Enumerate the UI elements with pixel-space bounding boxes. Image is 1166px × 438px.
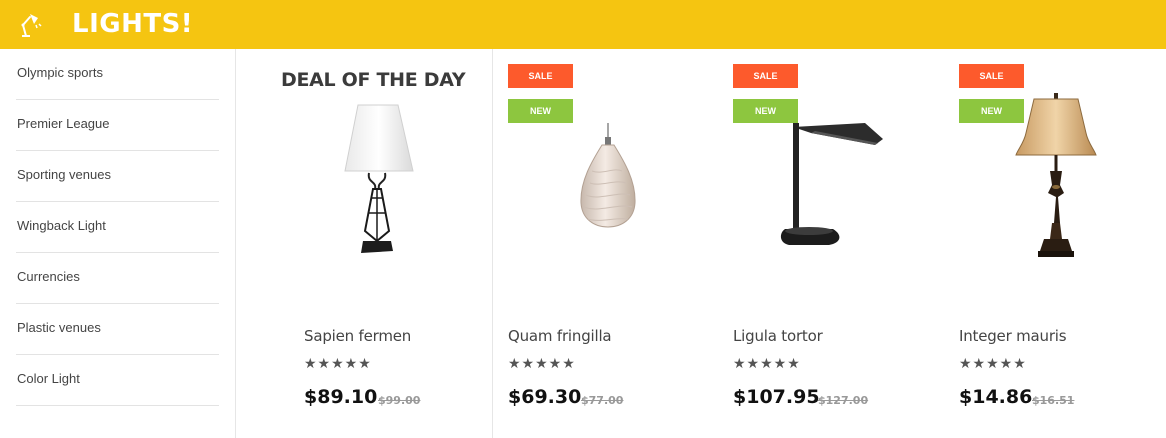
- sale-badge: SALE: [508, 64, 573, 88]
- product-image-desk-lamp[interactable]: [775, 119, 890, 247]
- deal-rating-stars: ★★★★★: [304, 355, 372, 371]
- new-badge: NEW: [508, 99, 573, 123]
- sidebar-item-olympic-sports[interactable]: Olympic sports: [16, 49, 219, 100]
- product-old-price: $16.51: [1032, 394, 1075, 407]
- product-card: SALE NEW Quam fringilla ★★★★★ $69.30 $77…: [508, 49, 733, 438]
- deal-old-price: $99.00: [378, 394, 421, 407]
- product-old-price: $127.00: [818, 394, 869, 407]
- deal-product-name[interactable]: Sapien fermen: [304, 327, 411, 345]
- product-name[interactable]: Ligula tortor: [733, 327, 823, 345]
- top-header-bar: LIGHTS!: [0, 0, 1166, 49]
- category-sidebar: Olympic sports Premier League Sporting v…: [0, 49, 236, 438]
- product-image-table-lamp[interactable]: [337, 103, 417, 259]
- category-list: Olympic sports Premier League Sporting v…: [0, 49, 235, 406]
- deal-of-the-day-card: DEAL OF THE DAY Sapien fermen ★★★★★ $89.…: [237, 49, 493, 438]
- sidebar-item-sporting-venues[interactable]: Sporting venues: [16, 151, 219, 202]
- product-rating-stars: ★★★★★: [733, 355, 801, 371]
- sidebar-item-wingback-light[interactable]: Wingback Light: [16, 202, 219, 253]
- desk-lamp-icon[interactable]: [18, 11, 46, 39]
- product-price: $14.86: [959, 386, 1033, 408]
- product-old-price: $77.00: [581, 394, 624, 407]
- product-rating-stars: ★★★★★: [508, 355, 576, 371]
- product-rating-stars: ★★★★★: [959, 355, 1027, 371]
- deal-title: DEAL OF THE DAY: [281, 69, 466, 91]
- product-image-table-lamp[interactable]: [1014, 93, 1098, 263]
- sale-badge: SALE: [733, 64, 798, 88]
- product-image-pendant-lamp[interactable]: [578, 123, 638, 233]
- product-name[interactable]: Integer mauris: [959, 327, 1067, 345]
- product-card: SALE NEW Ligula tortor ★★★★★ $107.95 $12…: [733, 49, 958, 438]
- sidebar-item-color-light[interactable]: Color Light: [16, 355, 219, 406]
- product-name[interactable]: Quam fringilla: [508, 327, 612, 345]
- sidebar-item-premier-league[interactable]: Premier League: [16, 100, 219, 151]
- sale-badge: SALE: [959, 64, 1024, 88]
- sidebar-item-currencies[interactable]: Currencies: [16, 253, 219, 304]
- product-card: SALE NEW Integer mauris ★★★★★ $14.86 $16…: [959, 49, 1166, 438]
- product-price: $107.95: [733, 386, 820, 408]
- sidebar-item-plastic-venues[interactable]: Plastic venues: [16, 304, 219, 355]
- product-price: $69.30: [508, 386, 582, 408]
- site-title[interactable]: LIGHTS!: [72, 9, 193, 39]
- deal-price: $89.10: [304, 386, 378, 408]
